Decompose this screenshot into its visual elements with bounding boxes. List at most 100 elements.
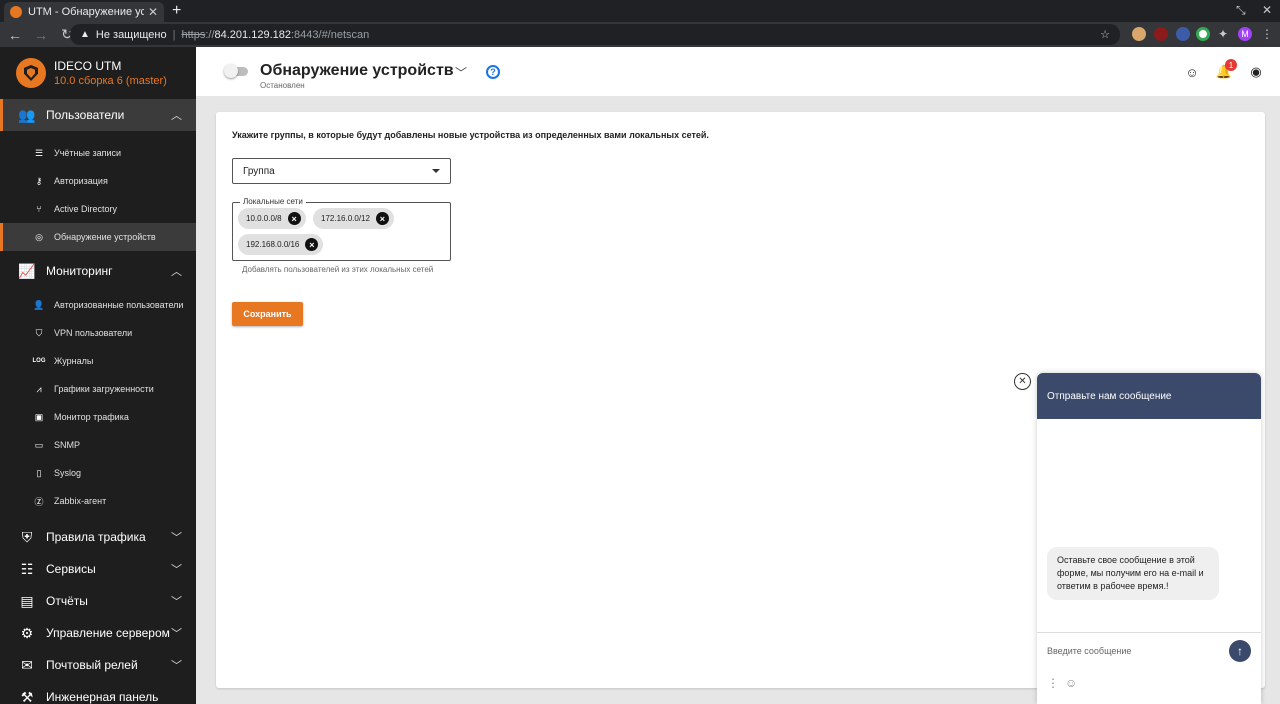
network-chip: 10.0.0.0/8 × <box>238 208 306 229</box>
sidebar-item-device-discovery[interactable]: ◎ Обнаружение устройств <box>0 223 196 251</box>
tab-title: UTM - Обнаружение устройс <box>28 6 144 18</box>
engineering-icon: ⚒ <box>20 688 34 704</box>
sidebar-section-server-management[interactable]: ⚙ Управление сервером ﹀ <box>0 617 196 649</box>
sidebar-item-accounts[interactable]: ☰ Учётные записи <box>0 139 196 167</box>
local-networks-label: Локальные сети <box>240 197 306 206</box>
sidebar-item-snmp[interactable]: ▭ SNMP <box>0 431 196 459</box>
sidebar-section-users[interactable]: 👥 Пользователи ︿ <box>0 99 196 131</box>
sidebar-section-monitoring[interactable]: 📈 Мониторинг ︿ <box>0 255 196 287</box>
browser-menu-icon[interactable]: ⋮ <box>1260 27 1274 41</box>
section-label: Правила трафика <box>46 530 146 544</box>
url-path: :8443/#/netscan <box>290 28 370 41</box>
item-label: Авторизация <box>54 176 108 186</box>
url-field[interactable]: ▲ Не защищено | https :// 84.201.129.182… <box>70 24 1120 45</box>
local-networks-field[interactable]: Локальные сети 10.0.0.0/8 × 172.16.0.0/1… <box>232 197 451 261</box>
sliders-icon: ☷ <box>20 560 34 577</box>
save-button[interactable]: Сохранить <box>232 302 303 326</box>
section-label: Сервисы <box>46 562 96 576</box>
send-icon[interactable]: ↑ <box>1229 640 1251 662</box>
chevron-down-icon: ﹀ <box>171 532 182 544</box>
service-toggle[interactable] <box>224 64 248 78</box>
sidebar-item-syslog[interactable]: ▯ Syslog <box>0 459 196 487</box>
list-icon: ☰ <box>34 147 44 158</box>
extension-icon[interactable] <box>1154 27 1168 41</box>
help-icon[interactable]: ? <box>486 65 500 79</box>
group-select-value: Группа <box>243 165 275 177</box>
graph-icon: ⩘ <box>36 383 42 394</box>
sidebar-item-load-graphs[interactable]: ⩘ Графики загруженности <box>0 375 196 403</box>
sidebar-item-authorized-users[interactable]: 👤 Авторизованные пользователи <box>0 291 196 319</box>
dropdown-arrow-icon <box>432 169 440 173</box>
chevron-up-icon: ︿ <box>171 110 182 122</box>
page-title: Обнаружение устройств <box>260 62 454 79</box>
sidebar-item-zabbix[interactable]: Ⓩ Zabbix-агент <box>0 487 196 515</box>
item-label: Журналы <box>54 356 94 366</box>
tree-icon: ⑂ <box>36 204 42 214</box>
restore-window-icon[interactable]: ⤡ <box>1236 3 1246 18</box>
chip-remove-icon[interactable]: × <box>305 238 319 251</box>
sidebar-item-traffic-monitor[interactable]: ▣ Монитор трафика <box>0 403 196 431</box>
chat-widget: Отправьте нам сообщение Оставьте свое со… <box>1037 373 1261 704</box>
emoji-icon[interactable]: ☺ <box>1065 676 1077 690</box>
sidebar-section-mail-relay[interactable]: ✉ Почтовый релей ﹀ <box>0 649 196 681</box>
chevron-down-icon[interactable]: ﹀ <box>455 64 467 81</box>
chat-input[interactable]: Введите сообщение ↑ <box>1037 632 1261 669</box>
bookmark-star-icon[interactable]: ☆ <box>1100 28 1110 41</box>
sidebar-section-engineering-panel[interactable]: ⚒ Инженерная панель <box>0 681 196 704</box>
sidebar-section-traffic-rules[interactable]: ⛨ Правила трафика ﹀ <box>0 521 196 553</box>
browser-tab[interactable]: UTM - Обнаружение устройс ✕ <box>4 2 164 22</box>
new-tab-button[interactable]: + <box>172 2 181 20</box>
puzzle-icon[interactable]: ✦ <box>1216 27 1230 41</box>
network-chip: 192.168.0.0/16 × <box>238 234 324 255</box>
chat-message: Оставьте свое сообщение в этой форме, мы… <box>1047 547 1219 600</box>
intro-text: Укажите группы, в которые будут добавлен… <box>232 130 709 140</box>
back-icon[interactable]: ← <box>4 27 26 43</box>
chat-input-placeholder[interactable]: Введите сообщение <box>1047 646 1229 656</box>
warning-icon[interactable]: ▲ <box>80 29 90 40</box>
tab-close-icon[interactable]: ✕ <box>148 5 158 19</box>
item-label: Zabbix-агент <box>54 496 107 506</box>
lock-shield-icon: ⛨ <box>21 528 33 545</box>
account-icon[interactable]: ◉ <box>1249 64 1263 79</box>
radar-icon: ◎ <box>35 231 43 242</box>
item-label: Монитор трафика <box>54 412 129 422</box>
ideco-logo-icon <box>16 58 46 88</box>
brand[interactable]: IDECO UTM 10.0 сборка 6 (master) <box>0 47 196 99</box>
item-label: Авторизованные пользователи <box>54 300 184 310</box>
security-label[interactable]: Не защищено <box>96 29 167 41</box>
favicon-icon <box>10 6 22 18</box>
forward-icon[interactable]: → <box>30 27 52 43</box>
zabbix-icon: Ⓩ <box>34 496 44 507</box>
monitor-icon: ▣ <box>34 411 44 422</box>
chip-label: 192.168.0.0/16 <box>246 240 300 249</box>
sidebar-item-vpn-users[interactable]: ⛉ VPN пользователи <box>0 319 196 347</box>
group-select[interactable]: Группа <box>232 158 451 184</box>
sidebar-section-services[interactable]: ☷ Сервисы ﹀ <box>0 553 196 585</box>
report-icon: ▤ <box>20 592 34 609</box>
more-options-icon[interactable]: ⋮ <box>1047 676 1059 690</box>
chevron-up-icon: ︿ <box>171 266 182 278</box>
url-host: 84.201.129.182 <box>214 28 291 41</box>
chip-remove-icon[interactable]: × <box>375 212 389 225</box>
close-window-icon[interactable]: ✕ <box>1262 3 1272 17</box>
sidebar-section-reports[interactable]: ▤ Отчёты ﹀ <box>0 585 196 617</box>
url-separator: | <box>172 28 176 41</box>
extension-icon[interactable] <box>1196 27 1210 41</box>
sidebar-item-logs[interactable]: LOG Журналы <box>0 347 196 375</box>
extension-icon[interactable] <box>1176 27 1190 41</box>
support-chat-icon[interactable]: ☺ <box>1185 65 1199 80</box>
chip-remove-icon[interactable]: × <box>287 212 301 225</box>
section-label: Мониторинг <box>46 264 113 278</box>
sidebar-item-authorization[interactable]: ⚷ Авторизация <box>0 167 196 195</box>
profile-avatar[interactable]: M <box>1238 27 1252 41</box>
sidebar-item-active-directory[interactable]: ⑂ Active Directory <box>0 195 196 223</box>
url-protocol: https <box>181 28 206 41</box>
section-label: Управление сервером <box>46 626 170 640</box>
chevron-down-icon: ﹀ <box>171 564 182 576</box>
extension-icon[interactable] <box>1132 27 1146 41</box>
chevron-down-icon: ﹀ <box>171 660 182 672</box>
chat-close-icon[interactable]: ✕ <box>1014 373 1031 390</box>
chart-icon: 📈 <box>18 262 36 279</box>
item-label: Графики загруженности <box>54 384 154 394</box>
item-label: Обнаружение устройств <box>54 232 156 242</box>
